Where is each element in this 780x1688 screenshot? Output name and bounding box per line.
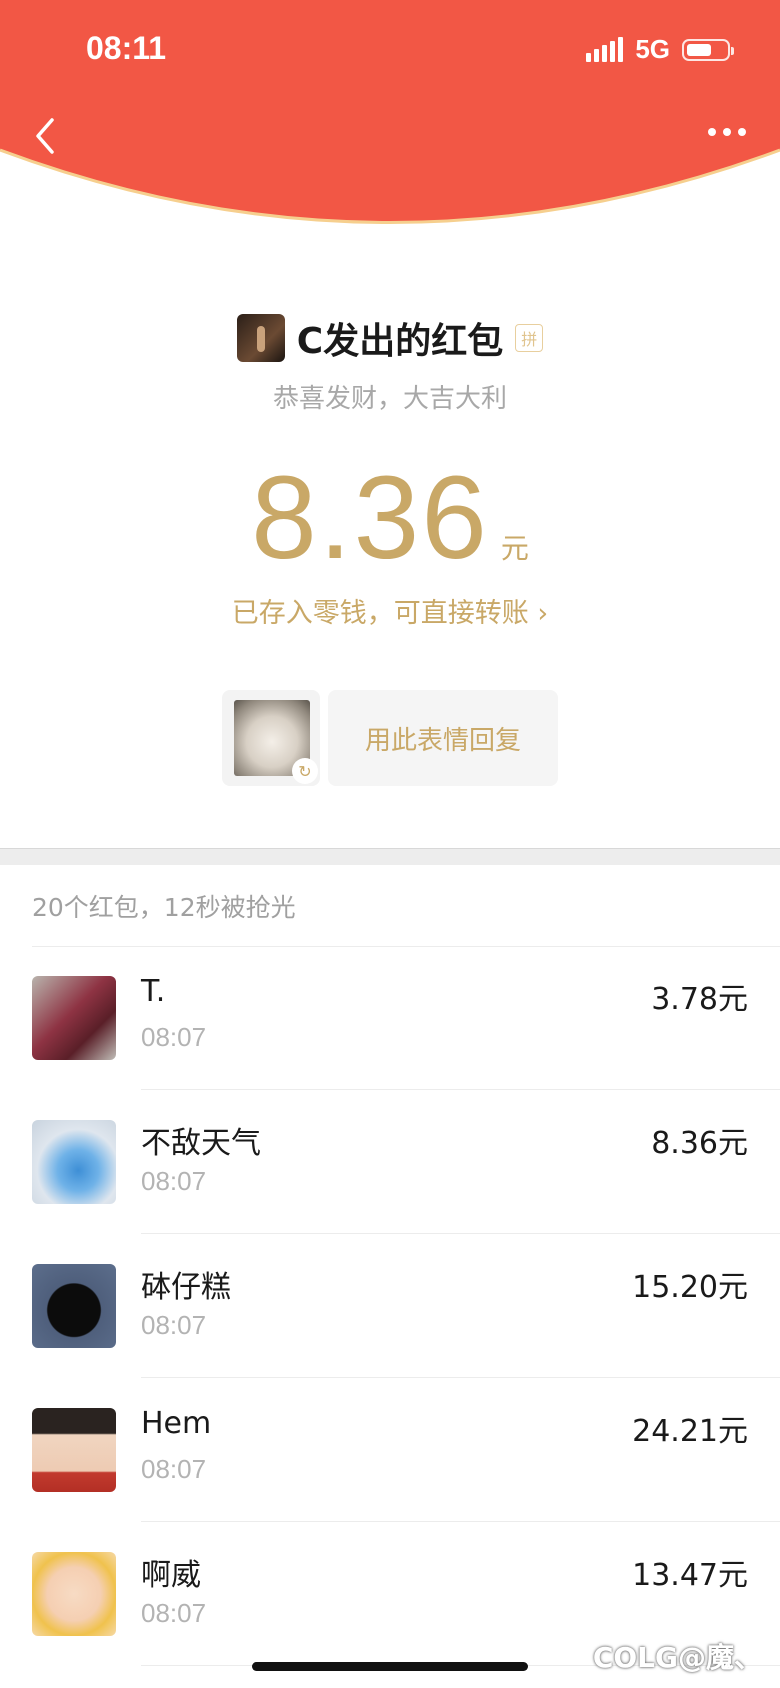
record-time: 08:07: [141, 1310, 207, 1340]
record-time: 08:07: [141, 1022, 207, 1052]
record-name: 啊威: [141, 1558, 201, 1593]
status-time: 08:11: [86, 30, 167, 66]
pin-badge: 拼: [515, 324, 544, 352]
record-amount: 15.20元: [632, 1270, 748, 1305]
reply-section: ↻ 用此表情回复: [222, 690, 558, 786]
chevron-left-icon: [36, 118, 54, 154]
more-menu-button[interactable]: [708, 128, 746, 136]
red-envelope-header: 08:11 5G: [0, 0, 780, 250]
record-name: Hem: [141, 1406, 212, 1441]
list-item[interactable]: Hem 08:07 24.21元: [0, 1378, 780, 1522]
record-time: 08:07: [141, 1454, 207, 1484]
back-button[interactable]: [28, 112, 68, 160]
record-amount: 3.78元: [651, 982, 748, 1017]
record-amount: 24.21元: [632, 1414, 748, 1449]
summary-text: 20个红包，12秒被抢光: [32, 893, 296, 922]
blessing-text: 恭喜发财，大吉大利: [272, 384, 507, 414]
record-amount: 13.47元: [632, 1558, 748, 1593]
list-item[interactable]: 不敌天气 08:07 8.36元: [0, 1090, 780, 1234]
status-icons: 5G: [586, 34, 734, 65]
avatar[interactable]: [32, 1120, 116, 1204]
record-name: 不敌天气: [141, 1126, 261, 1161]
sticker-preview[interactable]: ↻: [222, 690, 320, 786]
home-indicator[interactable]: [252, 1662, 528, 1671]
refresh-icon[interactable]: ↻: [292, 758, 318, 784]
sender-avatar[interactable]: [236, 314, 285, 362]
watermark: COLG@魔、: [592, 1641, 762, 1674]
list-item[interactable]: T. 08:07 3.78元: [0, 946, 780, 1090]
list-item[interactable]: 砵仔糕 08:07 15.20元: [0, 1234, 780, 1378]
battery-icon: [682, 38, 734, 61]
record-name: 砵仔糕: [141, 1270, 231, 1305]
wallet-link[interactable]: 已存入零钱，可直接转账 ›: [0, 591, 780, 630]
avatar[interactable]: [32, 1552, 116, 1636]
reply-with-sticker-button[interactable]: 用此表情回复: [328, 690, 558, 786]
record-amount: 8.36元: [651, 1126, 748, 1161]
sender-title: C发出的红包: [296, 321, 504, 362]
record-list: T. 08:07 3.78元 不敌天气 08:07 8.36元 砵仔糕 08:0…: [0, 946, 780, 1666]
record-name: T.: [141, 974, 166, 1009]
record-time: 08:07: [141, 1166, 207, 1196]
avatar[interactable]: [32, 976, 116, 1060]
amount-display: 8.36 元: [0, 450, 780, 586]
record-time: 08:07: [141, 1598, 207, 1628]
avatar[interactable]: [32, 1408, 116, 1492]
avatar[interactable]: [32, 1264, 116, 1348]
amount-value: 8.36: [251, 452, 489, 584]
section-divider: [0, 848, 780, 865]
amount-unit: 元: [500, 532, 529, 565]
network-type: 5G: [635, 34, 670, 64]
sender-row: C发出的红包 拼: [0, 312, 780, 364]
signal-icon: [586, 37, 624, 62]
